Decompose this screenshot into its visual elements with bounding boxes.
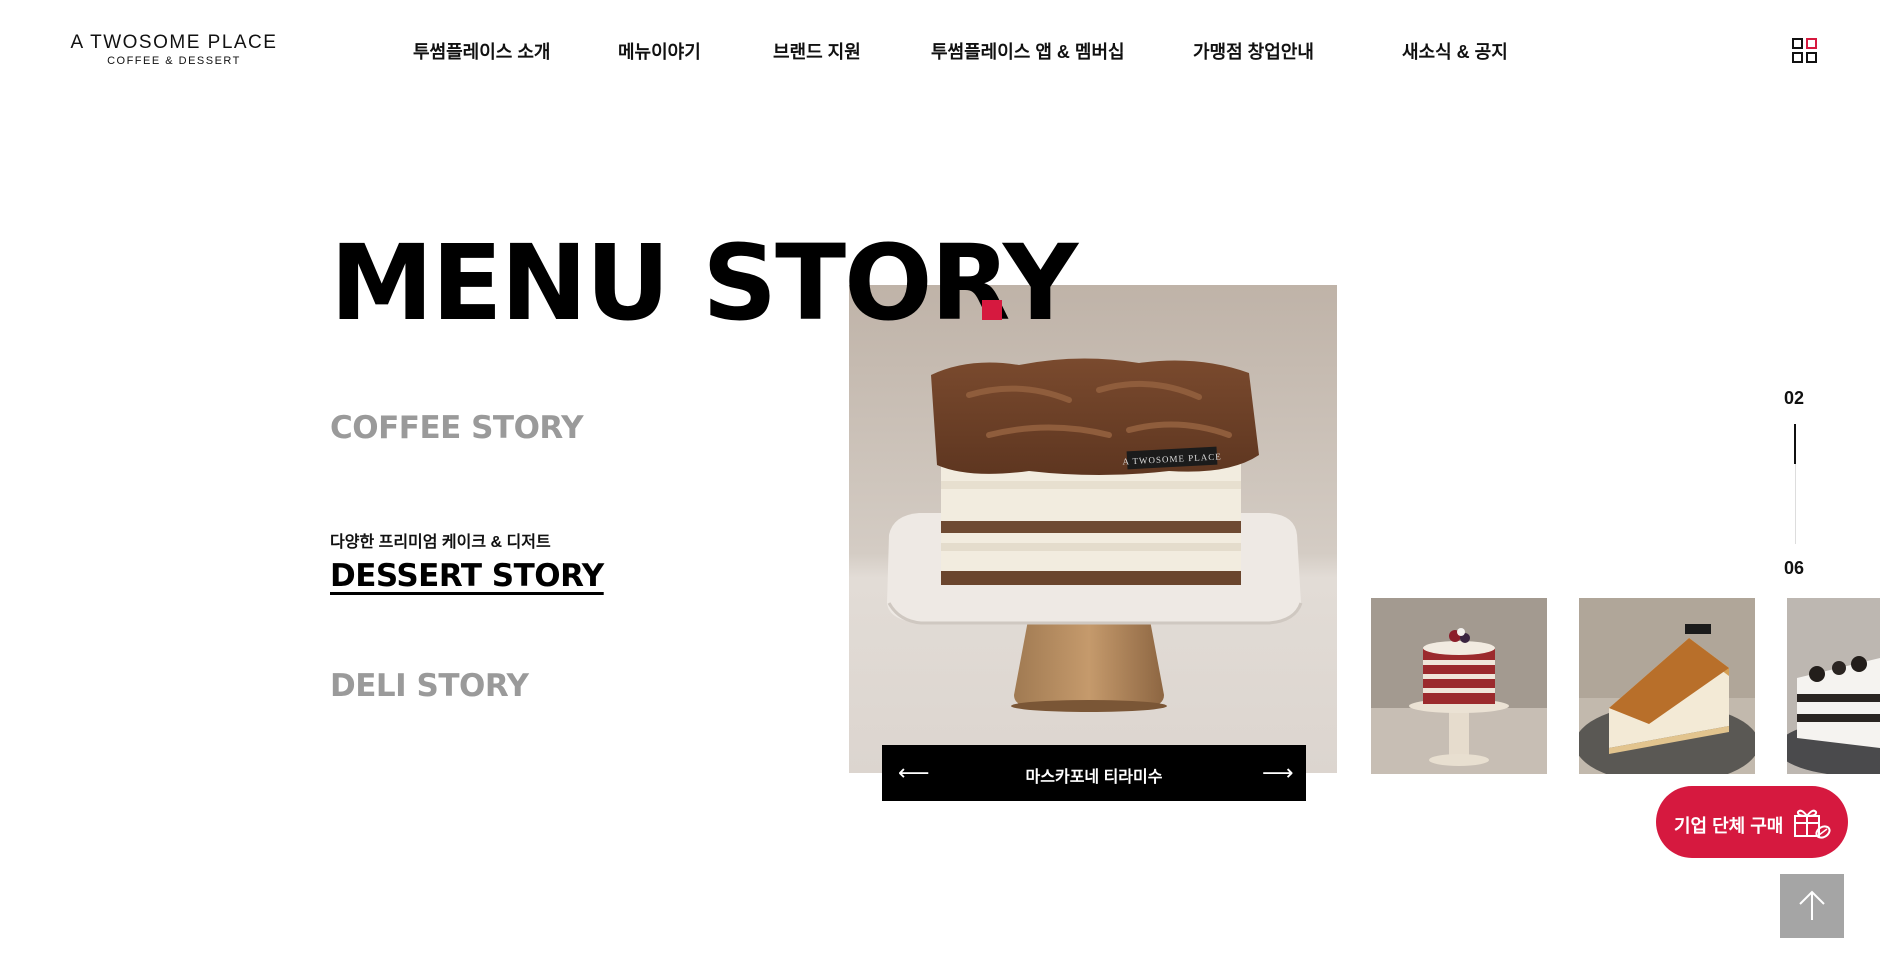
corporate-purchase-button[interactable]: 기업 단체 구매 xyxy=(1656,786,1848,858)
nav-item-about[interactable]: 투썸플레이스 소개 xyxy=(413,38,550,64)
site-header: A TWOSOME PLACE COFFEE & DESSERT 투썸플레이스 … xyxy=(0,0,1880,100)
grid-cell xyxy=(1792,52,1803,63)
category-deli-story[interactable]: DELI STORY xyxy=(330,668,529,704)
logo-title: A TWOSOME PLACE xyxy=(70,32,278,53)
slide-total-count: 06 xyxy=(1784,558,1805,578)
brand-logo[interactable]: A TWOSOME PLACE COFFEE & DESSERT xyxy=(64,33,284,68)
grid-cell xyxy=(1792,38,1803,49)
slide-current-index: 02 xyxy=(1784,388,1805,408)
category-coffee-story[interactable]: COFFEE STORY xyxy=(330,410,584,446)
gift-box-icon xyxy=(1794,809,1831,839)
slide-caption: 마스카포네 티라미수 xyxy=(1025,769,1163,786)
scroll-to-top-button[interactable] xyxy=(1780,874,1844,938)
slider-caption-bar: ⟵ 마스카포네 티라미수 ⟶ xyxy=(882,745,1306,801)
arrow-up-icon xyxy=(1799,890,1825,920)
grid-menu-icon[interactable] xyxy=(1792,38,1818,64)
slide-thumbnail-cheesecake[interactable] xyxy=(1579,598,1755,774)
nav-item-news[interactable]: 새소식 & 공지 xyxy=(1402,38,1508,64)
nav-item-menu[interactable]: 메뉴이야기 xyxy=(618,38,701,64)
cheesecake-illustration xyxy=(1579,598,1755,774)
slide-progress-fill xyxy=(1794,424,1796,464)
page-title: MENU STORY xyxy=(330,222,1078,344)
grid-cell xyxy=(1806,38,1817,49)
slide-thumbnail-cookie-cake[interactable] xyxy=(1787,598,1880,774)
cookie-cake-illustration xyxy=(1787,598,1880,774)
logo-subtitle: COFFEE & DESSERT xyxy=(107,55,241,67)
red-velvet-cake-illustration xyxy=(1371,598,1547,774)
arrow-right-icon[interactable]: ⟶ xyxy=(1262,759,1294,787)
category-dessert-subtitle: 다양한 프리미엄 케이크 & 디저트 xyxy=(330,534,551,551)
corporate-purchase-label: 기업 단체 구매 xyxy=(1674,816,1784,836)
category-dessert-story[interactable]: DESSERT STORY xyxy=(330,558,604,594)
nav-item-franchise[interactable]: 가맹점 창업안내 xyxy=(1193,38,1314,64)
title-accent-dot xyxy=(982,300,1002,320)
nav-item-brand-support[interactable]: 브랜드 지원 xyxy=(773,38,861,64)
grid-cell xyxy=(1806,52,1817,63)
slide-thumbnail-red-velvet[interactable] xyxy=(1371,598,1547,774)
main-product-image[interactable]: A TWOSOME PLACE xyxy=(849,285,1337,773)
tiramisu-illustration: A TWOSOME PLACE xyxy=(849,285,1337,773)
nav-item-app-membership[interactable]: 투썸플레이스 앱 & 멤버십 xyxy=(931,38,1125,64)
